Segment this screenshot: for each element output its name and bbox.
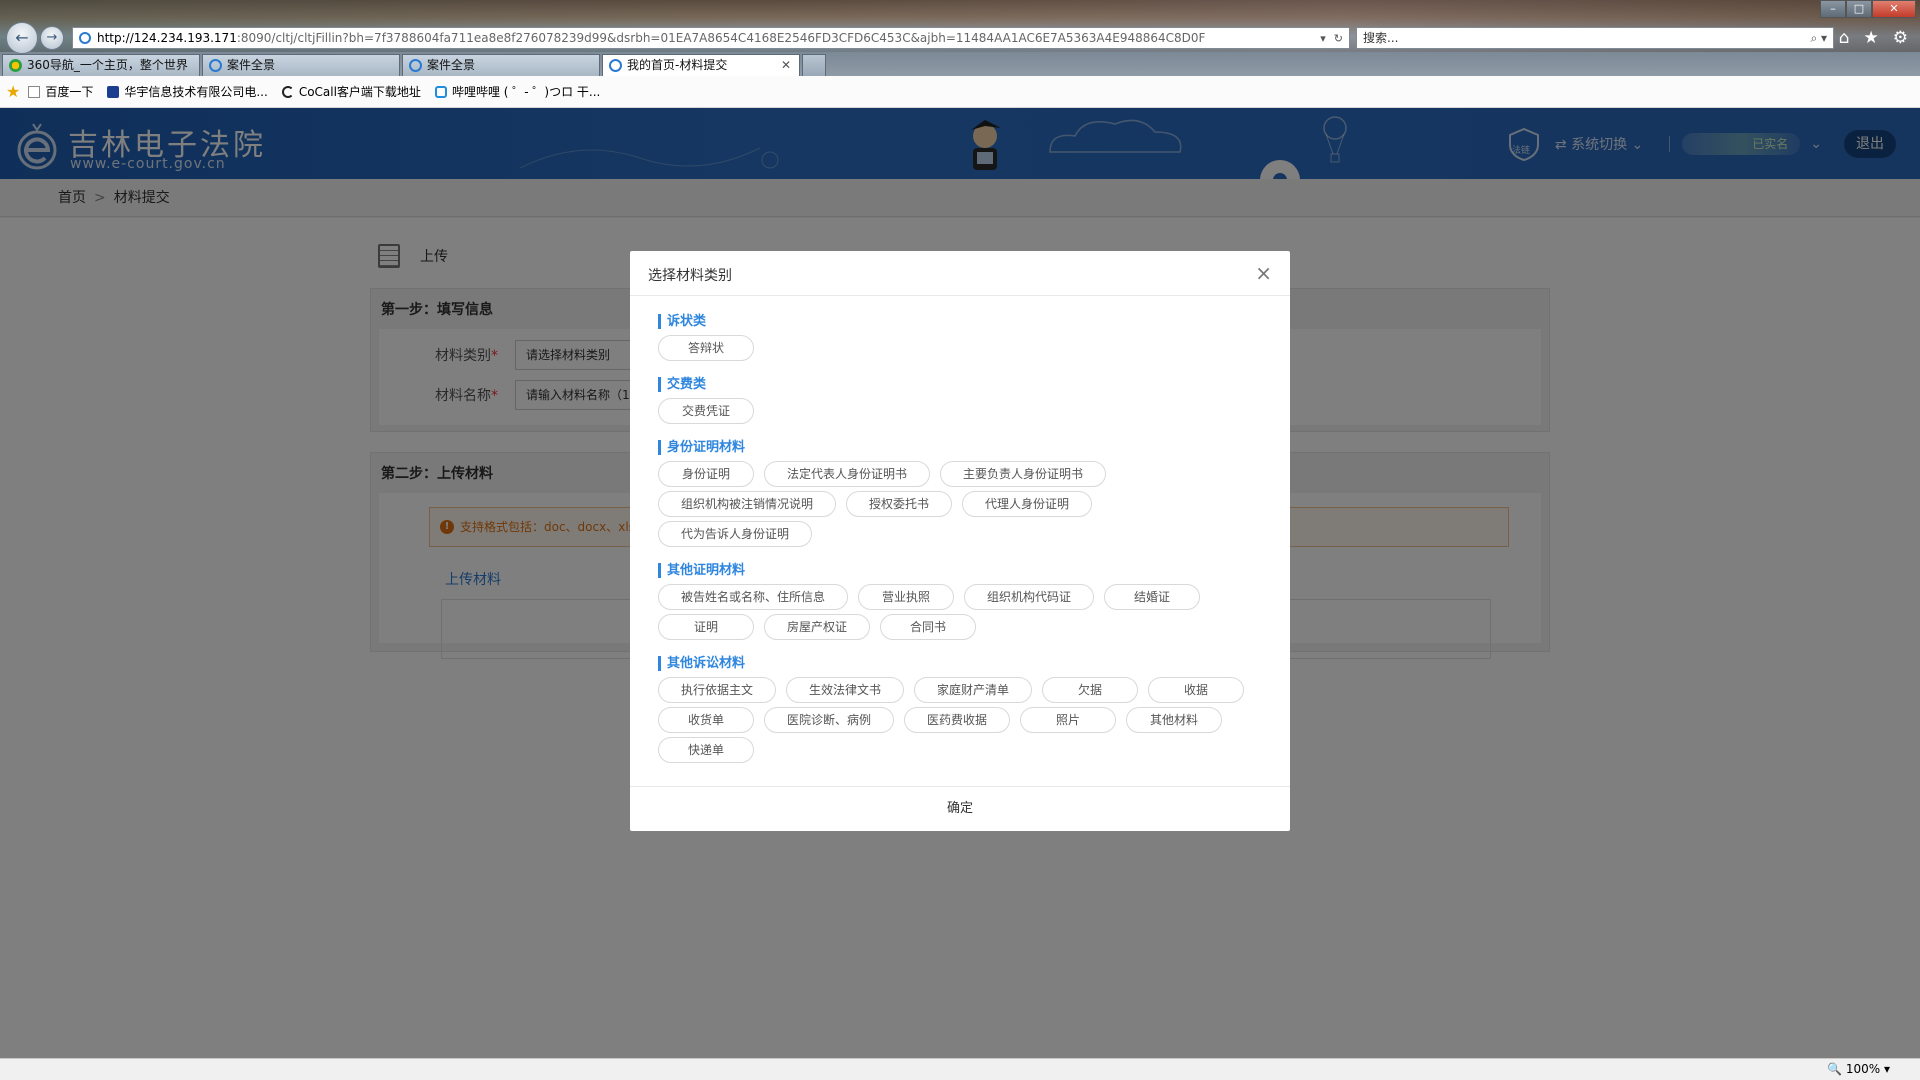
modal-title: 选择材料类别 xyxy=(648,268,732,284)
category-group-items: 被告姓名或名称、住所信息 营业执照 组织机构代码证 结婚证证明 房屋产权证 合同书 xyxy=(658,584,1258,644)
category-group-title: 身份证明材料 xyxy=(658,440,1290,455)
browser-chrome: – □ ✕ ← → http://124.234.193.171 :8090/c… xyxy=(0,0,1920,54)
page-icon xyxy=(28,85,41,98)
url-path: :8090/cltj/cltjFillin?bh=7f3788604fa711e… xyxy=(236,31,1206,45)
category-group-items: 执行依据主文 生效法律文书 家庭财产清单 欠据 收据收货单 医院诊断、病例 医药费收据 照片其… xyxy=(658,677,1258,767)
favorites-star-icon[interactable]: ★ xyxy=(6,82,20,101)
favorites-bar: ★ 百度一下 华宇信息技术有限公司电... CoCall客户端下载地址 哔哩哔哩… xyxy=(0,76,1920,108)
category-group-title: 其他诉讼材料 xyxy=(658,656,1290,671)
search-placeholder: 搜索... xyxy=(1363,31,1399,45)
category-chip[interactable]: 生效法律文书 xyxy=(786,677,905,703)
new-tab-button[interactable] xyxy=(802,54,826,76)
status-bar: 🔍 100% ▾ xyxy=(0,1058,1920,1080)
zoom-level[interactable]: 🔍 100% ▾ xyxy=(1827,1059,1890,1079)
minimize-button[interactable]: – xyxy=(1820,0,1846,18)
category-chip[interactable]: 组织机构被注销情况说明 xyxy=(658,491,837,517)
category-chip[interactable]: 家庭财产清单 xyxy=(914,677,1033,703)
url-host: http://124.234.193.171 xyxy=(97,31,237,45)
ie-page-icon xyxy=(209,59,222,72)
category-group-items: 答辩状 xyxy=(658,335,1258,365)
ie-page-icon xyxy=(409,59,422,72)
tab-close-icon[interactable]: ✕ xyxy=(781,55,791,75)
category-chip[interactable]: 医院诊断、病例 xyxy=(764,707,895,733)
tab-360[interactable]: 360导航_一个主页，整个世界 xyxy=(2,54,200,76)
favorite-cocall[interactable]: CoCall客户端下载地址 xyxy=(281,83,421,100)
home-icon[interactable]: ⌂ xyxy=(1839,28,1850,48)
bilibili-logo-icon xyxy=(434,85,447,98)
close-icon[interactable]: × xyxy=(1255,261,1272,285)
category-chip[interactable]: 代理人身份证明 xyxy=(962,491,1093,517)
category-chip[interactable]: 结婚证 xyxy=(1104,584,1201,610)
category-chip[interactable]: 代为告诉人身份证明 xyxy=(658,521,813,547)
tab-bar: 360导航_一个主页，整个世界 案件全景 案件全景 我的首页-材料提交 ✕ xyxy=(0,52,1920,76)
category-chip[interactable]: 证明 xyxy=(658,614,754,640)
settings-gear-icon[interactable]: ⚙ xyxy=(1893,28,1908,48)
category-chip[interactable]: 其他材料 xyxy=(1126,707,1223,733)
tab-material-submit[interactable]: 我的首页-材料提交 ✕ xyxy=(602,54,800,76)
category-select-modal: 选择材料类别 × 诉状类答辩状交费类交费凭证身份证明材料身份证明 法定代表人身份证… xyxy=(630,251,1290,831)
browser-search-input[interactable]: 搜索... ⌕ ▾ xyxy=(1356,27,1834,49)
favorites-star-icon[interactable]: ★ xyxy=(1864,28,1879,48)
forward-button[interactable]: → xyxy=(40,26,64,50)
category-chip[interactable]: 快递单 xyxy=(658,737,754,763)
cocall-logo-icon xyxy=(281,85,294,98)
category-chip[interactable]: 欠据 xyxy=(1042,677,1139,703)
category-chip[interactable]: 交费凭证 xyxy=(658,398,754,424)
category-chip[interactable]: 组织机构代码证 xyxy=(964,584,1095,610)
category-chip[interactable]: 收据 xyxy=(1148,677,1245,703)
ie-page-icon xyxy=(609,59,622,72)
search-icon[interactable]: ⌕ ▾ xyxy=(1810,28,1827,48)
address-bar[interactable]: http://124.234.193.171 :8090/cltj/cltjFi… xyxy=(72,27,1350,49)
huayu-logo-icon xyxy=(107,85,120,98)
maximize-button[interactable]: □ xyxy=(1846,0,1872,18)
category-groups: 诉状类答辩状交费类交费凭证身份证明材料身份证明 法定代表人身份证明书 主要负责人身份… xyxy=(630,296,1290,786)
tab-case-overview-1[interactable]: 案件全景 xyxy=(202,54,400,76)
confirm-button[interactable]: 确定 xyxy=(630,786,1290,831)
dropdown-icon[interactable]: ▾ xyxy=(1320,32,1326,45)
category-group-items: 身份证明 法定代表人身份证明书 主要负责人身份证明书组织机构被注销情况说明 授权委托书… xyxy=(658,461,1258,551)
category-group-title: 交费类 xyxy=(658,377,1290,392)
category-chip[interactable]: 房屋产权证 xyxy=(764,614,871,640)
category-chip[interactable]: 答辩状 xyxy=(658,335,754,361)
category-group-title: 诉状类 xyxy=(658,314,1290,329)
category-chip[interactable]: 照片 xyxy=(1020,707,1117,733)
tab-case-overview-2[interactable]: 案件全景 xyxy=(402,54,600,76)
category-chip[interactable]: 合同书 xyxy=(880,614,977,640)
category-chip[interactable]: 主要负责人身份证明书 xyxy=(940,461,1107,487)
category-chip[interactable]: 收货单 xyxy=(658,707,754,733)
category-chip[interactable]: 执行依据主文 xyxy=(658,677,777,703)
category-group-title: 其他证明材料 xyxy=(658,563,1290,578)
window-controls: – □ ✕ xyxy=(1820,0,1916,18)
category-chip[interactable]: 被告姓名或名称、住所信息 xyxy=(658,584,849,610)
category-group-items: 交费凭证 xyxy=(658,398,1258,428)
favorite-baidu[interactable]: 百度一下 xyxy=(28,83,93,100)
category-chip[interactable]: 法定代表人身份证明书 xyxy=(764,461,931,487)
window-close-button[interactable]: ✕ xyxy=(1872,0,1916,18)
ie-page-icon xyxy=(79,32,91,44)
favorite-bilibili[interactable]: 哔哩哔哩 ( ゜- ゜)つロ 干... xyxy=(434,83,600,100)
back-button[interactable]: ← xyxy=(6,22,38,54)
360-logo-icon xyxy=(9,59,22,72)
favorite-huayu[interactable]: 华宇信息技术有限公司电... xyxy=(107,83,268,100)
category-chip[interactable]: 医药费收据 xyxy=(904,707,1011,733)
category-chip[interactable]: 身份证明 xyxy=(658,461,754,487)
refresh-icon[interactable]: ↻ xyxy=(1334,32,1343,45)
category-chip[interactable]: 营业执照 xyxy=(858,584,955,610)
category-chip[interactable]: 授权委托书 xyxy=(846,491,953,517)
